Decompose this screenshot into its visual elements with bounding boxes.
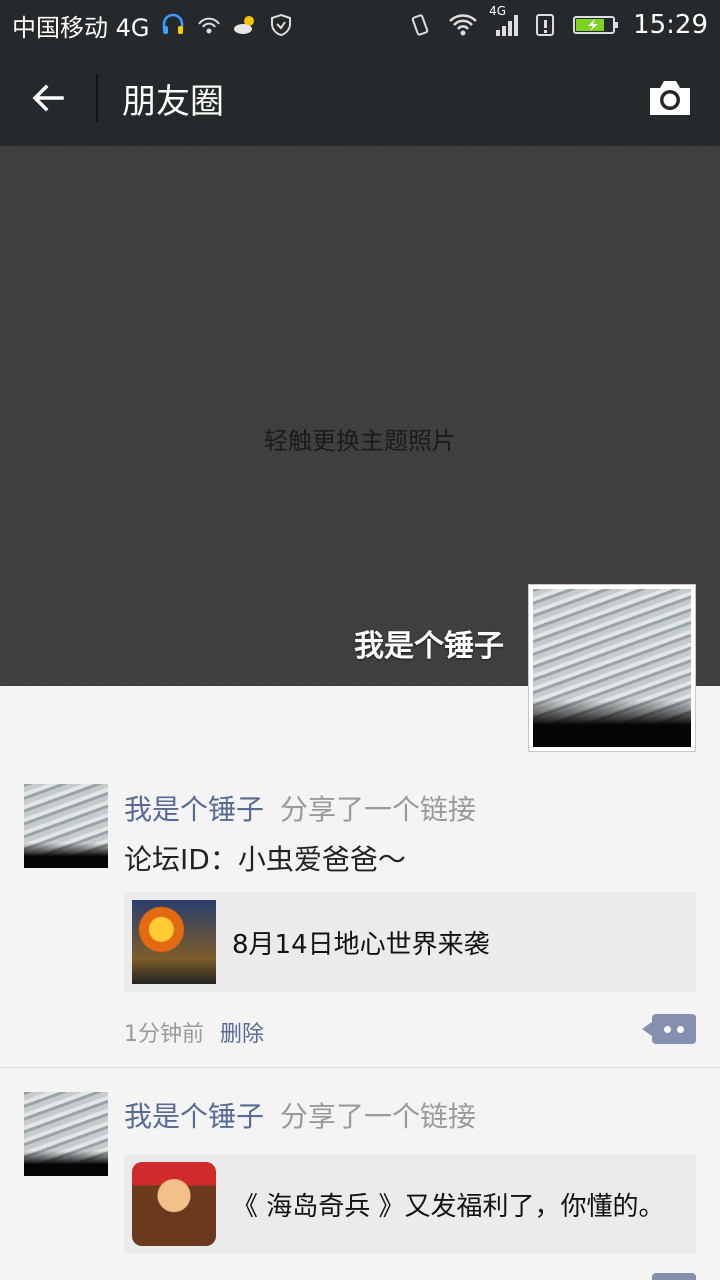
post-header: 我是个锤子 分享了一个链接 <box>124 788 476 828</box>
weather-icon <box>233 16 254 34</box>
vibrate-icon <box>411 14 429 36</box>
post-action: 分享了一个链接 <box>280 1100 477 1133</box>
link-thumbnail <box>132 900 216 984</box>
status-bar: 中国移动 4G 4G 15:29 <box>0 0 720 50</box>
page-title: 朋友圈 <box>122 81 224 122</box>
camera-icon <box>650 81 690 115</box>
comment-icon-dot <box>677 1025 684 1033</box>
comment-button[interactable] <box>642 1014 696 1044</box>
avatar-image <box>533 589 691 747</box>
post-meta: 1分钟前 删除 <box>124 1016 264 1048</box>
comment-icon <box>664 1025 671 1033</box>
wifi-cloud-icon <box>197 17 220 34</box>
camera-button[interactable] <box>644 72 696 124</box>
shield-icon <box>270 13 291 37</box>
post-author[interactable]: 我是个锤子 <box>124 793 264 826</box>
moments-screen: 中国移动 4G 4G 15:29 朋友圈 轻触更换主题照片 我是个锤子 我是个锤… <box>0 0 720 1280</box>
back-button[interactable] <box>0 50 96 146</box>
post-time: 1分钟前 <box>124 1022 204 1047</box>
moment-post: 我是个锤子 分享了一个链接 论坛ID：小虫爱爸爸～ 8月14日地心世界来袭 1分钟… <box>0 762 720 1068</box>
link-thumbnail <box>132 1162 216 1246</box>
toolbar-divider <box>96 74 98 122</box>
moment-post: 我是个锤子 分享了一个链接 《 海岛奇兵 》又发福利了，你懂的。 <box>0 1069 720 1280</box>
post-author[interactable]: 我是个锤子 <box>124 1100 264 1133</box>
shared-link-card[interactable]: 《 海岛奇兵 》又发福利了，你懂的。 <box>124 1154 696 1254</box>
profile-avatar[interactable] <box>528 584 696 752</box>
post-avatar[interactable] <box>24 1092 108 1176</box>
signal-indicator: 4G <box>489 4 519 38</box>
link-title: 8月14日地心世界来袭 <box>232 929 490 960</box>
comment-button[interactable] <box>652 1273 696 1280</box>
post-avatar[interactable] <box>24 784 108 868</box>
post-header: 我是个锤子 分享了一个链接 <box>124 1095 476 1135</box>
post-action: 分享了一个链接 <box>280 793 477 826</box>
network-type-label: 4G <box>489 4 506 18</box>
arrow-left-icon <box>32 84 64 112</box>
clock: 15:29 <box>633 10 708 40</box>
shared-link-card[interactable]: 8月14日地心世界来袭 <box>124 892 696 992</box>
delete-link[interactable]: 删除 <box>220 1022 264 1047</box>
battery-charging-icon <box>573 16 619 34</box>
profile-name[interactable]: 我是个锤子 <box>354 621 504 665</box>
wifi-icon <box>449 14 477 36</box>
toolbar: 朋友圈 <box>0 50 720 146</box>
headset-icon <box>162 13 183 34</box>
carrier-label: 中国移动 4G <box>12 13 150 42</box>
cover-change-hint: 轻触更换主题照片 <box>264 427 456 455</box>
post-text: 论坛ID：小虫爱爸爸～ <box>124 843 406 876</box>
sim-alert-icon <box>536 14 555 36</box>
link-title: 《 海岛奇兵 》又发福利了，你懂的。 <box>232 1191 665 1222</box>
